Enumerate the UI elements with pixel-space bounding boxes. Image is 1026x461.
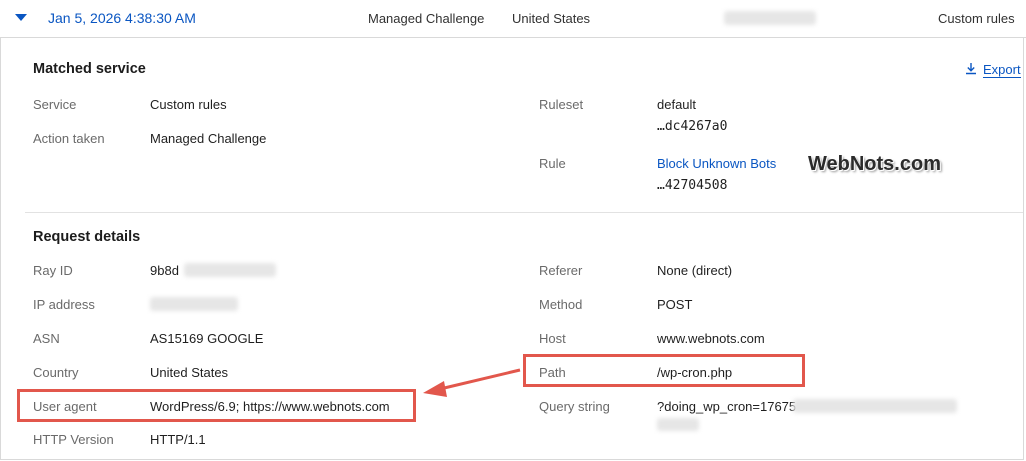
annotation-arrow-icon [423, 368, 521, 397]
